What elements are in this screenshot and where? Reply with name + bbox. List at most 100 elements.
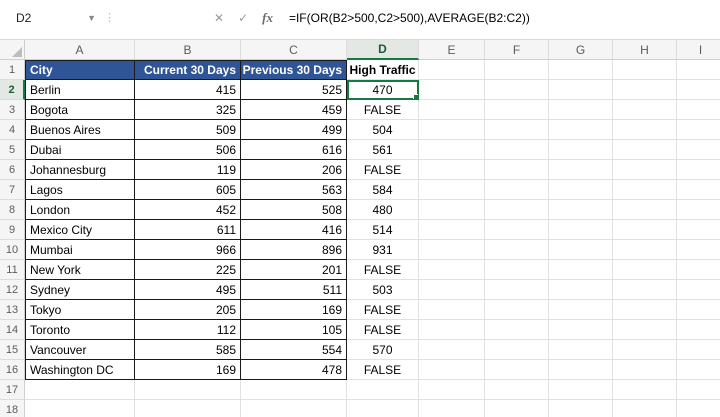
cell-I4[interactable] bbox=[677, 120, 720, 140]
cell-A15[interactable]: Vancouver bbox=[25, 340, 135, 360]
cell-H2[interactable] bbox=[613, 80, 677, 100]
cell-G9[interactable] bbox=[549, 220, 613, 240]
cell-H7[interactable] bbox=[613, 180, 677, 200]
cell-D6[interactable]: FALSE bbox=[347, 160, 419, 180]
cell-D13[interactable]: FALSE bbox=[347, 300, 419, 320]
cell-E7[interactable] bbox=[419, 180, 485, 200]
cell-I18[interactable] bbox=[677, 400, 720, 417]
cell-G1[interactable] bbox=[549, 60, 613, 80]
cell-C10[interactable]: 896 bbox=[241, 240, 347, 260]
cell-I6[interactable] bbox=[677, 160, 720, 180]
cell-I12[interactable] bbox=[677, 280, 720, 300]
cell-G18[interactable] bbox=[549, 400, 613, 417]
cell-A17[interactable] bbox=[25, 380, 135, 400]
cell-C5[interactable]: 616 bbox=[241, 140, 347, 160]
cell-A5[interactable]: Dubai bbox=[25, 140, 135, 160]
cell-C3[interactable]: 459 bbox=[241, 100, 347, 120]
row-header-13[interactable]: 13 bbox=[0, 300, 25, 320]
cell-I10[interactable] bbox=[677, 240, 720, 260]
cell-A18[interactable] bbox=[25, 400, 135, 417]
cell-B12[interactable]: 495 bbox=[135, 280, 241, 300]
row-header-1[interactable]: 1 bbox=[0, 60, 25, 80]
cell-B13[interactable]: 205 bbox=[135, 300, 241, 320]
cell-B17[interactable] bbox=[135, 380, 241, 400]
cell-I3[interactable] bbox=[677, 100, 720, 120]
cell-G6[interactable] bbox=[549, 160, 613, 180]
select-all-corner[interactable] bbox=[0, 40, 25, 60]
cell-I7[interactable] bbox=[677, 180, 720, 200]
cell-F7[interactable] bbox=[485, 180, 549, 200]
cell-I2[interactable] bbox=[677, 80, 720, 100]
cell-H18[interactable] bbox=[613, 400, 677, 417]
cell-A2[interactable]: Berlin bbox=[25, 80, 135, 100]
cell-C13[interactable]: 169 bbox=[241, 300, 347, 320]
cell-A16[interactable]: Washington DC bbox=[25, 360, 135, 380]
cell-D18[interactable] bbox=[347, 400, 419, 417]
cell-I14[interactable] bbox=[677, 320, 720, 340]
cell-I8[interactable] bbox=[677, 200, 720, 220]
cell-I15[interactable] bbox=[677, 340, 720, 360]
column-header-C[interactable]: C bbox=[241, 40, 347, 60]
cell-F5[interactable] bbox=[485, 140, 549, 160]
cell-E14[interactable] bbox=[419, 320, 485, 340]
cell-B5[interactable]: 506 bbox=[135, 140, 241, 160]
cell-E3[interactable] bbox=[419, 100, 485, 120]
row-header-18[interactable]: 18 bbox=[0, 400, 25, 417]
cell-A11[interactable]: New York bbox=[25, 260, 135, 280]
column-header-B[interactable]: B bbox=[135, 40, 241, 60]
cell-F2[interactable] bbox=[485, 80, 549, 100]
cell-D3[interactable]: FALSE bbox=[347, 100, 419, 120]
cell-C12[interactable]: 511 bbox=[241, 280, 347, 300]
column-header-I[interactable]: I bbox=[677, 40, 720, 60]
row-header-3[interactable]: 3 bbox=[0, 100, 25, 120]
cell-C14[interactable]: 105 bbox=[241, 320, 347, 340]
cell-B15[interactable]: 585 bbox=[135, 340, 241, 360]
cell-F11[interactable] bbox=[485, 260, 549, 280]
cell-H15[interactable] bbox=[613, 340, 677, 360]
cell-D2[interactable]: 470 bbox=[347, 80, 419, 100]
cell-F12[interactable] bbox=[485, 280, 549, 300]
cell-C15[interactable]: 554 bbox=[241, 340, 347, 360]
cell-B11[interactable]: 225 bbox=[135, 260, 241, 280]
cell-A6[interactable]: Johannesburg bbox=[25, 160, 135, 180]
cell-B7[interactable]: 605 bbox=[135, 180, 241, 200]
cell-H11[interactable] bbox=[613, 260, 677, 280]
cell-B6[interactable]: 119 bbox=[135, 160, 241, 180]
cell-I11[interactable] bbox=[677, 260, 720, 280]
cell-A14[interactable]: Toronto bbox=[25, 320, 135, 340]
row-header-17[interactable]: 17 bbox=[0, 380, 25, 400]
enter-icon[interactable]: ✓ bbox=[238, 11, 248, 25]
cell-I17[interactable] bbox=[677, 380, 720, 400]
cell-C1[interactable]: Previous 30 Days bbox=[241, 60, 347, 80]
cell-E16[interactable] bbox=[419, 360, 485, 380]
cell-E6[interactable] bbox=[419, 160, 485, 180]
row-header-10[interactable]: 10 bbox=[0, 240, 25, 260]
cell-D11[interactable]: FALSE bbox=[347, 260, 419, 280]
row-header-15[interactable]: 15 bbox=[0, 340, 25, 360]
cell-C4[interactable]: 499 bbox=[241, 120, 347, 140]
cell-B2[interactable]: 415 bbox=[135, 80, 241, 100]
cell-F4[interactable] bbox=[485, 120, 549, 140]
cell-B10[interactable]: 966 bbox=[135, 240, 241, 260]
cell-C18[interactable] bbox=[241, 400, 347, 417]
cell-F3[interactable] bbox=[485, 100, 549, 120]
cell-C16[interactable]: 478 bbox=[241, 360, 347, 380]
name-box-splitter[interactable]: ⋮ bbox=[100, 11, 118, 24]
cell-H1[interactable] bbox=[613, 60, 677, 80]
cell-G15[interactable] bbox=[549, 340, 613, 360]
cell-F10[interactable] bbox=[485, 240, 549, 260]
cell-G5[interactable] bbox=[549, 140, 613, 160]
cell-B4[interactable]: 509 bbox=[135, 120, 241, 140]
cell-H10[interactable] bbox=[613, 240, 677, 260]
cell-B14[interactable]: 112 bbox=[135, 320, 241, 340]
cell-F18[interactable] bbox=[485, 400, 549, 417]
cell-A8[interactable]: London bbox=[25, 200, 135, 220]
cell-A7[interactable]: Lagos bbox=[25, 180, 135, 200]
cell-I13[interactable] bbox=[677, 300, 720, 320]
cell-D8[interactable]: 480 bbox=[347, 200, 419, 220]
cell-C11[interactable]: 201 bbox=[241, 260, 347, 280]
chevron-down-icon[interactable]: ▼ bbox=[83, 13, 96, 23]
cell-C17[interactable] bbox=[241, 380, 347, 400]
cell-E10[interactable] bbox=[419, 240, 485, 260]
insert-function-icon[interactable]: fx bbox=[262, 10, 273, 26]
